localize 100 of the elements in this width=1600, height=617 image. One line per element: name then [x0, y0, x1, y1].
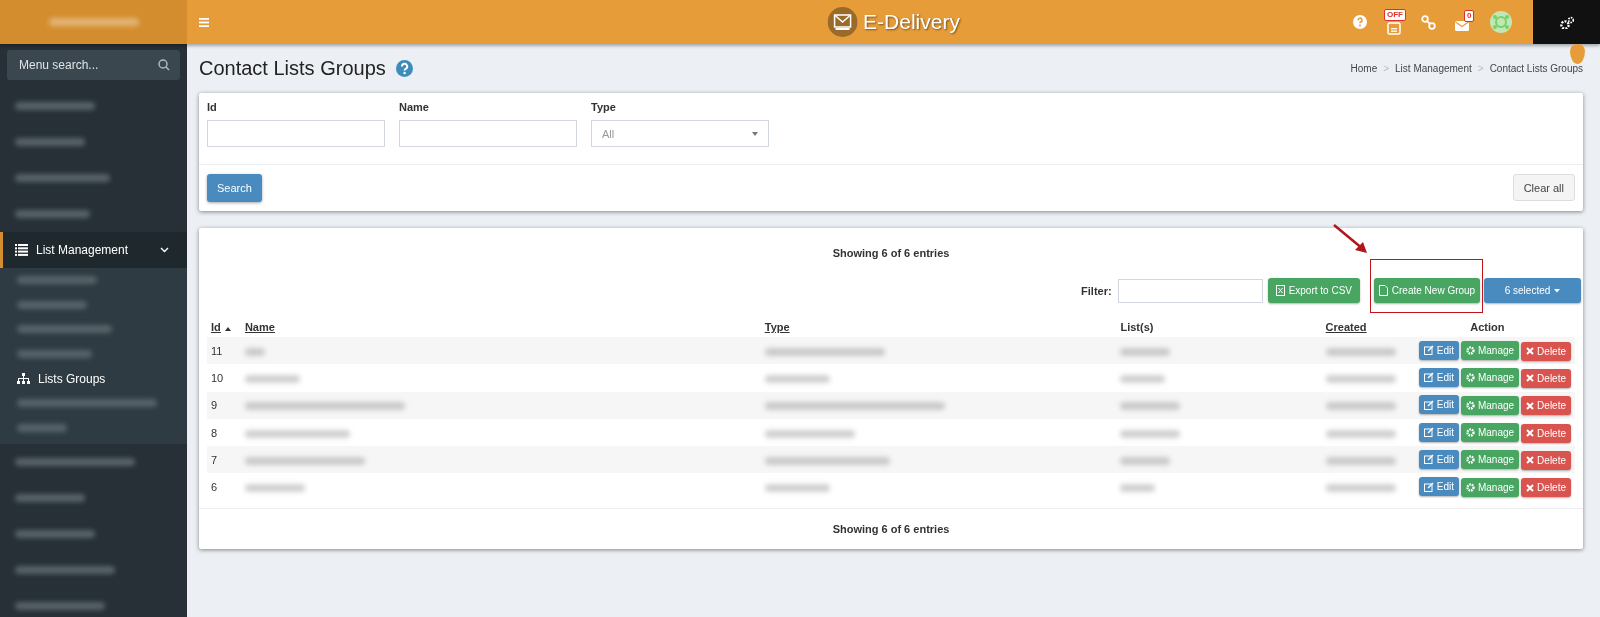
edit-button[interactable]: Edit [1418, 367, 1459, 387]
id-cell: 6 [211, 481, 218, 494]
sidebar-item[interactable]: List Management [0, 232, 187, 268]
edit-icon [1423, 345, 1434, 356]
text-field[interactable] [399, 120, 577, 147]
delete-button[interactable]: Delete [1521, 341, 1571, 361]
manage-button[interactable]: Manage [1460, 341, 1520, 361]
field-label: Id [207, 101, 218, 113]
clear-all-button[interactable]: Clear all [1512, 174, 1575, 201]
envelope-logo-icon [827, 7, 858, 37]
id-cell: 9 [211, 399, 218, 412]
sortable-column-header[interactable]: Id [211, 321, 221, 333]
column-header: Action [1470, 321, 1505, 333]
delete-button[interactable]: Delete [1521, 396, 1571, 416]
column-header: List(s) [1120, 321, 1154, 333]
gear-icon [1465, 482, 1475, 492]
edit-button[interactable]: Edit [1418, 477, 1459, 497]
gear-icon [1465, 400, 1475, 410]
field-label: Name [399, 101, 430, 113]
blurred-text [1325, 375, 1396, 384]
link-icon [1420, 14, 1436, 30]
blurred-text [15, 138, 85, 146]
annotation-arrow [1333, 224, 1368, 254]
message-count-badge: 0 [1464, 10, 1475, 22]
sitemap-icon [17, 373, 30, 385]
delete-button[interactable]: Delete [1521, 478, 1571, 498]
blurred-text [1325, 347, 1396, 356]
blurred-text [1120, 429, 1181, 438]
sortable-column-header[interactable]: Type [764, 321, 790, 333]
blurred-text [244, 375, 300, 384]
spreadsheet-file-icon [1275, 285, 1285, 296]
create-group-button[interactable]: Create New Group [1374, 278, 1480, 303]
edit-button[interactable]: Edit [1418, 422, 1459, 442]
blurred-text [764, 484, 830, 493]
settings-button[interactable] [1533, 0, 1600, 44]
blurred-text [1325, 484, 1396, 493]
manage-button[interactable]: Manage [1460, 477, 1520, 497]
blurred-text [1120, 347, 1171, 356]
blurred-text [1325, 402, 1396, 411]
sortable-column-header[interactable]: Created [1325, 321, 1367, 333]
field-label: Type [591, 101, 617, 113]
manage-button[interactable]: Manage [1460, 395, 1520, 415]
selection-dropdown-button[interactable]: 6 selected [1484, 278, 1581, 303]
blurred-text [1120, 456, 1171, 465]
list-icon [15, 244, 28, 256]
edit-button[interactable]: Edit [1418, 449, 1459, 469]
status-badge: OFF [1384, 9, 1406, 21]
delete-button[interactable]: Delete [1521, 368, 1571, 388]
sidebar-subitem[interactable]: Lists Groups [0, 366, 187, 391]
delete-button[interactable]: Delete [1521, 450, 1571, 470]
avatar-icon [1490, 11, 1512, 33]
breadcrumb-separator: > [1383, 63, 1390, 74]
blurred-text [15, 494, 85, 503]
breadcrumb-link[interactable]: List Management [1395, 63, 1472, 74]
edit-button[interactable]: Edit [1418, 395, 1459, 415]
gear-icon [1465, 373, 1475, 383]
blurred-text [244, 484, 305, 493]
blurred-text [1325, 456, 1396, 465]
type-dropdown[interactable]: All [591, 120, 769, 147]
id-cell: 8 [211, 426, 218, 439]
menu-search-field[interactable]: Menu search... [7, 50, 180, 80]
manage-button[interactable]: Manage [1460, 368, 1520, 388]
blurred-text [764, 375, 830, 384]
blurred-text [17, 423, 67, 432]
id-cell: 7 [211, 453, 218, 466]
help-icon[interactable] [395, 60, 413, 77]
file-icon [1378, 285, 1388, 296]
delete-button[interactable]: Delete [1521, 423, 1571, 443]
export-csv-button[interactable]: Export to CSV [1267, 278, 1360, 303]
sortable-column-header[interactable]: Name [244, 321, 275, 333]
entries-summary: Showing 6 of 6 entries [832, 522, 950, 535]
blurred-text [1120, 484, 1156, 493]
blurred-text [1120, 402, 1181, 411]
menu-icon[interactable] [199, 16, 209, 28]
manage-button[interactable]: Manage [1460, 450, 1520, 470]
close-icon [1526, 483, 1535, 492]
filter-field[interactable] [1117, 278, 1263, 303]
edit-icon [1423, 427, 1434, 438]
search-icon [158, 59, 170, 71]
settings-icon [1559, 15, 1574, 29]
document-icon [1387, 19, 1401, 35]
help-icon [1353, 15, 1367, 29]
edit-icon [1423, 372, 1434, 383]
search-button[interactable]: Search [207, 174, 262, 202]
edit-icon [1423, 454, 1434, 465]
gear-icon [1465, 346, 1475, 356]
close-icon [1526, 456, 1535, 465]
blurred-text [1120, 375, 1166, 384]
text-field[interactable] [207, 120, 385, 147]
id-cell: 10 [211, 371, 224, 384]
caret-icon [752, 131, 758, 136]
filter-label: Filter: [1081, 284, 1112, 297]
gear-icon [1465, 428, 1475, 438]
edit-button[interactable]: Edit [1418, 340, 1459, 360]
blurred-text [1325, 429, 1396, 438]
breadcrumb-separator: > [1477, 63, 1484, 74]
breadcrumb-link[interactable]: Home [1350, 63, 1378, 74]
mail-icon [1455, 18, 1469, 32]
gear-icon [1465, 455, 1475, 465]
manage-button[interactable]: Manage [1460, 423, 1520, 443]
